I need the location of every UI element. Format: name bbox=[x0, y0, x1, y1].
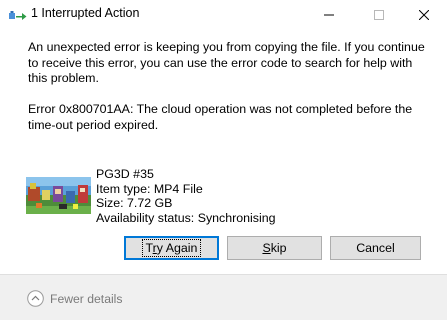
title-bar: 1 Interrupted Action bbox=[0, 0, 447, 30]
dialog-footer: Fewer details bbox=[0, 274, 447, 320]
video-thumbnail bbox=[26, 177, 91, 214]
close-icon bbox=[419, 10, 429, 20]
error-code-message: Error 0x800701AA: The cloud operation wa… bbox=[28, 102, 413, 132]
maximize-button[interactable] bbox=[356, 0, 402, 30]
file-details: PG3D #35 Item type: MP4 File Size: 7.72 … bbox=[96, 167, 276, 225]
file-name: PG3D #35 bbox=[96, 167, 154, 181]
cancel-button[interactable]: Cancel bbox=[330, 236, 421, 260]
try-again-label: Try Again bbox=[141, 239, 202, 257]
file-availability: Availability status: Synchronising bbox=[96, 210, 276, 225]
minimize-icon bbox=[324, 14, 334, 16]
error-message: An unexpected error is keeping you from … bbox=[28, 40, 425, 85]
skip-label: Skip bbox=[262, 241, 287, 255]
window-title: 1 Interrupted Action bbox=[31, 6, 140, 20]
cancel-label: Cancel bbox=[356, 241, 395, 255]
file-size: Size: 7.72 GB bbox=[96, 196, 173, 210]
try-again-button[interactable]: Try Again bbox=[124, 236, 219, 260]
skip-button[interactable]: Skip bbox=[227, 236, 322, 260]
maximize-icon bbox=[374, 10, 384, 20]
close-button[interactable] bbox=[401, 0, 447, 30]
file-type: Item type: MP4 File bbox=[96, 181, 203, 196]
fewer-details-label: Fewer details bbox=[50, 291, 123, 306]
chevron-up-circle-icon bbox=[27, 290, 44, 307]
copy-move-icon bbox=[9, 11, 27, 20]
minimize-button[interactable] bbox=[306, 0, 352, 30]
fewer-details-toggle[interactable]: Fewer details bbox=[27, 290, 122, 307]
interrupted-action-dialog: 1 Interrupted Action An unexpected error… bbox=[0, 0, 447, 320]
